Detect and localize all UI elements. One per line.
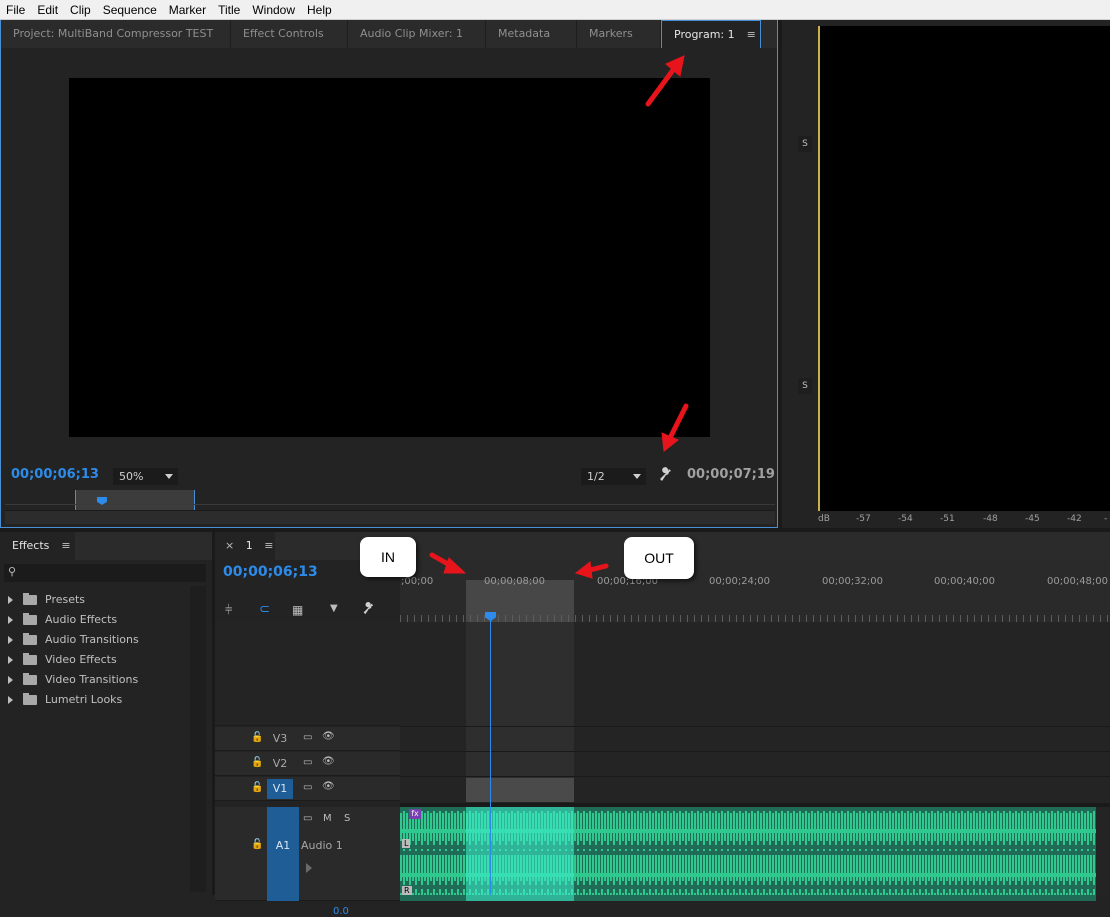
menu-marker[interactable]: Marker <box>163 0 212 20</box>
arrowhead-icon <box>443 557 467 574</box>
menu-title[interactable]: Title <box>212 0 246 20</box>
arrow-to-wrench <box>666 403 689 443</box>
menu-window[interactable]: Window <box>246 0 301 20</box>
master-level[interactable]: 0.0 <box>333 906 349 917</box>
annotation-arrows <box>429 55 689 579</box>
menu-bar: File Edit Clip Sequence Marker Title Win… <box>0 0 1110 20</box>
workspace: Project: MultiBand Compressor TEST Effec… <box>0 20 1110 917</box>
arrowhead-icon <box>574 561 593 579</box>
menu-edit[interactable]: Edit <box>31 0 64 20</box>
menu-clip[interactable]: Clip <box>64 0 97 20</box>
menu-help[interactable]: Help <box>301 0 338 20</box>
menu-sequence[interactable]: Sequence <box>97 0 163 20</box>
menu-file[interactable]: File <box>0 0 31 20</box>
arrow-to-program-tab <box>645 63 679 107</box>
